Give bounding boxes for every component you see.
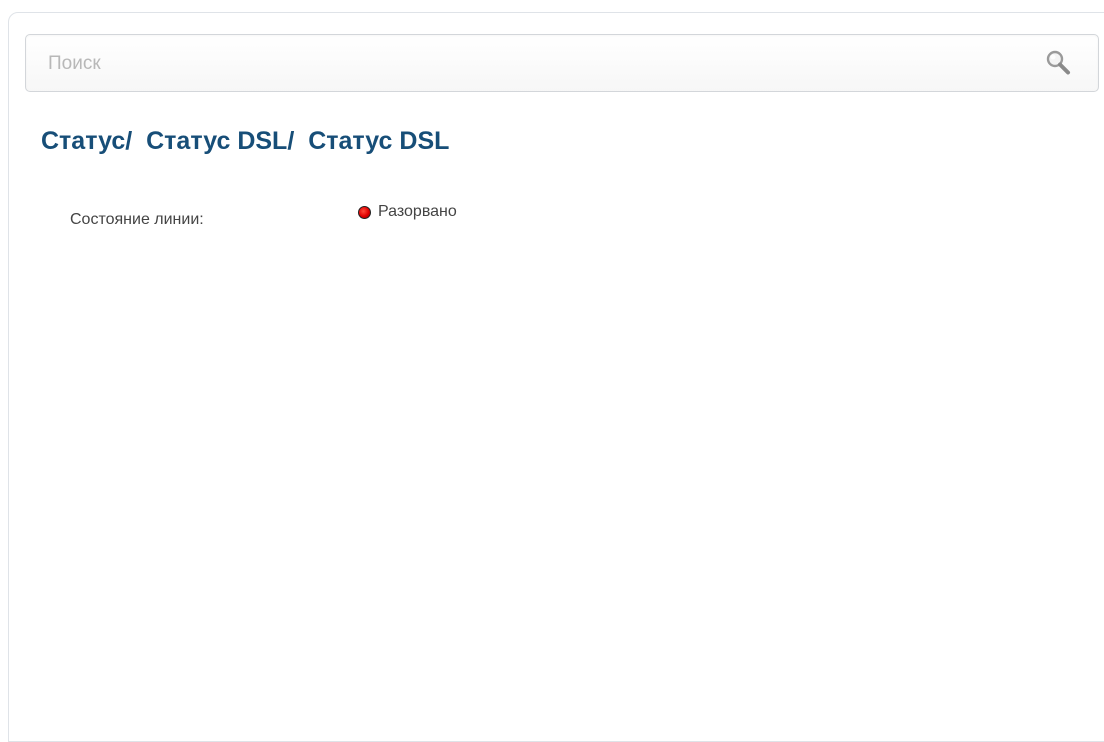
breadcrumb-separator: /	[287, 127, 295, 155]
search-box	[25, 34, 1099, 92]
breadcrumb-separator: /	[125, 127, 133, 155]
search-input[interactable]	[48, 49, 1008, 79]
search-icon[interactable]	[1043, 48, 1073, 78]
breadcrumb: Статус/ Статус DSL/ Статус DSL	[41, 127, 449, 156]
line-state-label: Состояние линии:	[70, 211, 204, 228]
breadcrumb-item-status[interactable]: Статус	[41, 127, 125, 155]
content-panel: Статус/ Статус DSL/ Статус DSL Состояние…	[8, 12, 1104, 742]
breadcrumb-item-dsl-status-page: Статус DSL	[308, 127, 450, 155]
red-status-dot-icon	[358, 205, 371, 219]
line-state-value: Разорвано	[378, 203, 457, 220]
line-state-status: Разорвано	[358, 203, 457, 221]
breadcrumb-item-dsl-status-section[interactable]: Статус DSL	[146, 127, 287, 155]
